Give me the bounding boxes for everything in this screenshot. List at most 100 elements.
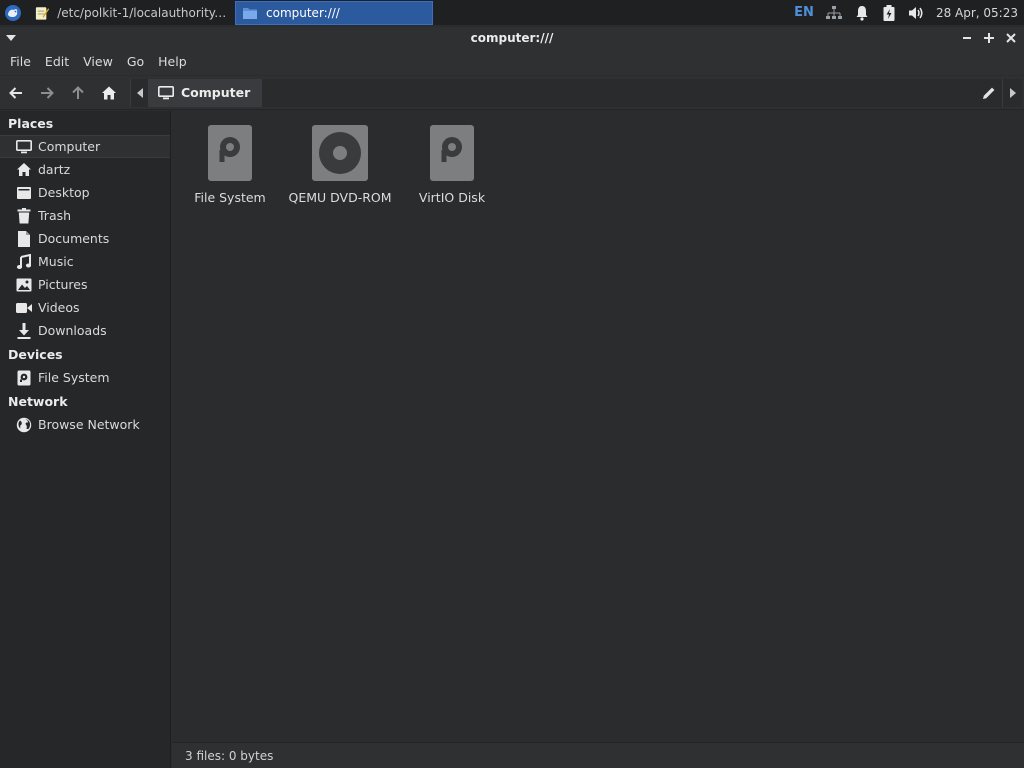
minimize-button[interactable] — [960, 31, 974, 45]
menu-edit[interactable]: Edit — [38, 49, 76, 75]
file-view[interactable]: File System QEMU DVD-ROM VirtIO Disk — [172, 111, 1024, 742]
path-bar-space — [262, 78, 976, 107]
task-file-manager[interactable]: computer:/// — [235, 0, 433, 25]
file-item-label: File System — [194, 190, 266, 205]
sidebar-item-label: Music — [38, 254, 74, 269]
sidebar-item-label: Documents — [38, 231, 110, 246]
task-label: /etc/polkit-1/localauthority.c... — [57, 5, 227, 20]
chevron-down-icon — [6, 35, 16, 41]
notification-bell-icon[interactable] — [854, 5, 870, 21]
sidebar-item-label: Videos — [38, 300, 80, 315]
clock[interactable]: 28 Apr, 05:23 — [936, 6, 1018, 20]
sidebar: Places Computer dartz Desktop Trash Docu… — [0, 111, 171, 768]
status-text: 3 files: 0 bytes — [185, 749, 274, 763]
path-button-computer[interactable]: Computer — [148, 78, 263, 107]
optical-drive-icon — [312, 125, 368, 181]
home-icon — [101, 86, 116, 99]
maximize-icon — [984, 33, 994, 43]
music-icon — [16, 253, 32, 270]
sidebar-item-label: Downloads — [38, 323, 107, 338]
folder-icon — [243, 7, 257, 19]
file-item-label: VirtIO Disk — [418, 190, 486, 205]
pencil-icon — [983, 87, 995, 99]
video-icon — [16, 300, 32, 316]
sidebar-item-label: File System — [38, 370, 110, 385]
sidebar-item-file-system[interactable]: File System — [0, 366, 170, 389]
edit-location-button[interactable] — [976, 78, 1002, 107]
harddisk-icon — [430, 125, 474, 181]
sidebar-item-music[interactable]: Music — [0, 250, 170, 273]
system-tray: EN 28 Apr, 05:23 — [794, 0, 1024, 25]
pictures-icon — [16, 277, 32, 293]
taskbar: /etc/polkit-1/localauthority.c... comput… — [0, 0, 1024, 25]
devices-header: Devices — [8, 347, 63, 362]
sidebar-item-desktop[interactable]: Desktop — [0, 181, 170, 204]
computer-icon — [158, 85, 174, 99]
sidebar-item-label: Trash — [38, 208, 72, 223]
menu-go[interactable]: Go — [120, 49, 151, 75]
sidebar-item-videos[interactable]: Videos — [0, 296, 170, 319]
file-item-file-system[interactable]: File System — [180, 124, 280, 205]
home-button[interactable] — [93, 78, 124, 108]
window-title: computer:/// — [470, 31, 554, 45]
path-scroll-left-button[interactable] — [130, 78, 148, 107]
close-button[interactable] — [1004, 31, 1018, 45]
sidebar-item-downloads[interactable]: Downloads — [0, 319, 170, 342]
menubar: File Edit View Go Help — [0, 49, 1024, 75]
sidebar-item-label: dartz — [38, 162, 71, 177]
status-bar: 3 files: 0 bytes — [172, 742, 1024, 768]
file-item-qemu-dvd-rom[interactable]: QEMU DVD-ROM — [288, 124, 392, 205]
menu-file[interactable]: File — [3, 49, 38, 75]
network-header: Network — [8, 394, 68, 409]
forward-button[interactable] — [31, 78, 62, 108]
document-icon — [16, 230, 32, 247]
sidebar-item-label: Browse Network — [38, 417, 140, 432]
sidebar-item-label: Computer — [38, 139, 101, 154]
sidebar-item-label: Pictures — [38, 277, 88, 292]
sidebar-item-pictures[interactable]: Pictures — [0, 273, 170, 296]
arrow-left-icon — [8, 86, 22, 99]
globe-icon — [16, 417, 32, 433]
trash-icon — [16, 207, 32, 224]
arrow-right-icon — [40, 86, 54, 99]
path-segment-label: Computer — [181, 85, 251, 100]
window-menu-button[interactable] — [0, 27, 22, 49]
download-icon — [16, 322, 32, 339]
sidebar-item-documents[interactable]: Documents — [0, 227, 170, 250]
up-button[interactable] — [62, 78, 93, 108]
menu-view[interactable]: View — [76, 49, 120, 75]
battery-charging-icon[interactable] — [882, 4, 896, 21]
sidebar-item-label: Desktop — [38, 185, 90, 200]
computer-icon — [16, 139, 32, 155]
arrow-up-icon — [71, 85, 84, 99]
task-label: computer:/// — [266, 5, 340, 20]
window-controls — [960, 31, 1024, 45]
file-item-virtio-disk[interactable]: VirtIO Disk — [402, 124, 502, 205]
sidebar-item-computer[interactable]: Computer — [0, 135, 170, 158]
close-icon — [1006, 33, 1016, 43]
text-editor-icon — [35, 6, 50, 20]
applications-menu-button[interactable] — [0, 0, 26, 25]
volume-icon[interactable] — [908, 5, 924, 21]
minimize-icon — [963, 37, 971, 39]
home-icon — [16, 162, 32, 178]
triangle-right-icon — [1009, 87, 1016, 98]
back-button[interactable] — [0, 78, 31, 108]
places-header: Places — [8, 116, 54, 131]
task-text-editor[interactable]: /etc/polkit-1/localauthority.c... — [28, 1, 233, 25]
file-item-label: QEMU DVD-ROM — [288, 190, 392, 205]
desktop-icon — [16, 185, 32, 201]
keyboard-layout-indicator[interactable]: EN — [794, 5, 814, 20]
path-scroll-right-button[interactable] — [1002, 78, 1022, 107]
sidebar-item-browse-network[interactable]: Browse Network — [0, 413, 170, 436]
harddisk-icon — [208, 125, 252, 181]
sidebar-item-dartz[interactable]: dartz — [0, 158, 170, 181]
maximize-button[interactable] — [982, 31, 996, 45]
toolbar: Computer — [0, 76, 1024, 110]
window-titlebar[interactable]: computer:/// — [0, 27, 1024, 49]
triangle-left-icon — [136, 87, 143, 98]
network-icon[interactable] — [825, 5, 842, 21]
menu-help[interactable]: Help — [151, 49, 194, 75]
xfce-logo-icon — [5, 4, 21, 21]
sidebar-item-trash[interactable]: Trash — [0, 204, 170, 227]
